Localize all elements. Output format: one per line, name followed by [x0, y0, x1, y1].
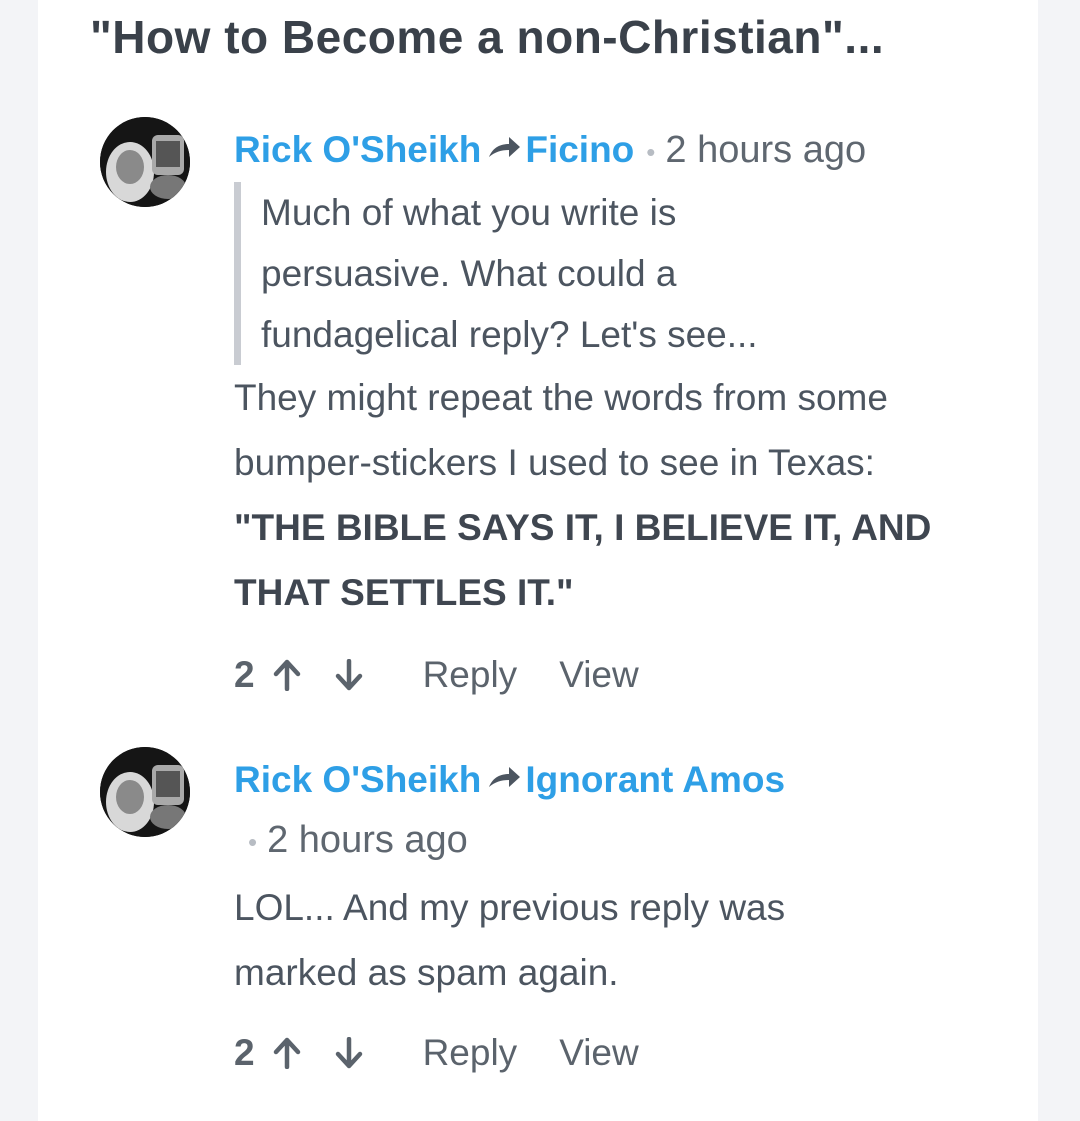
- separator-dot: •: [248, 827, 258, 858]
- comment-actions: 2 Reply View: [234, 1030, 639, 1076]
- comment-meta: Rick O'Sheikh Ignorant Amos: [234, 756, 785, 808]
- comment-actions: 2 Reply View: [234, 652, 639, 698]
- reply-button[interactable]: Reply: [423, 652, 518, 698]
- reply-button[interactable]: Reply: [423, 1030, 518, 1076]
- recipient-link[interactable]: Ignorant Amos: [525, 759, 785, 800]
- separator-dot: •: [646, 137, 656, 167]
- timestamp-link[interactable]: 2 hours ago: [267, 819, 468, 861]
- author-link[interactable]: Rick O'Sheikh: [234, 759, 481, 800]
- thread-title[interactable]: "How to Become a non-Christian"...: [90, 10, 884, 64]
- comment-meta-time: • 2 hours ago: [234, 817, 468, 865]
- vote-count: 2: [234, 654, 255, 695]
- downvote-icon[interactable]: [329, 655, 369, 695]
- comment-body: LOL... And my previous reply was marked …: [234, 887, 786, 993]
- author-link[interactable]: Rick O'Sheikh: [234, 129, 481, 170]
- user-avatar[interactable]: [100, 117, 190, 207]
- comment-meta: Rick O'Sheikh Ficino • 2 hours ago: [234, 126, 866, 178]
- quoted-text: Much of what you write is persuasive. Wh…: [234, 182, 781, 365]
- view-button[interactable]: View: [559, 652, 639, 698]
- user-avatar[interactable]: [100, 747, 190, 837]
- view-button[interactable]: View: [559, 1030, 639, 1076]
- comment-thread-card: "How to Become a non-Christian"... Rick …: [38, 0, 1038, 1121]
- reply-arrow-icon: [487, 756, 521, 802]
- reply-arrow-icon: [487, 126, 521, 172]
- recipient-link[interactable]: Ficino: [525, 129, 634, 170]
- vote-count: 2: [234, 1032, 255, 1073]
- downvote-icon[interactable]: [329, 1033, 369, 1073]
- comment-body: They might repeat the words from some bu…: [234, 365, 954, 625]
- comment-bold-text: "THE BIBLE SAYS IT, I BELIEVE IT, AND TH…: [234, 507, 932, 613]
- upvote-icon[interactable]: [267, 1033, 307, 1073]
- comment-text: They might repeat the words from some bu…: [234, 377, 888, 483]
- timestamp-link[interactable]: 2 hours ago: [665, 129, 866, 171]
- upvote-icon[interactable]: [267, 655, 307, 695]
